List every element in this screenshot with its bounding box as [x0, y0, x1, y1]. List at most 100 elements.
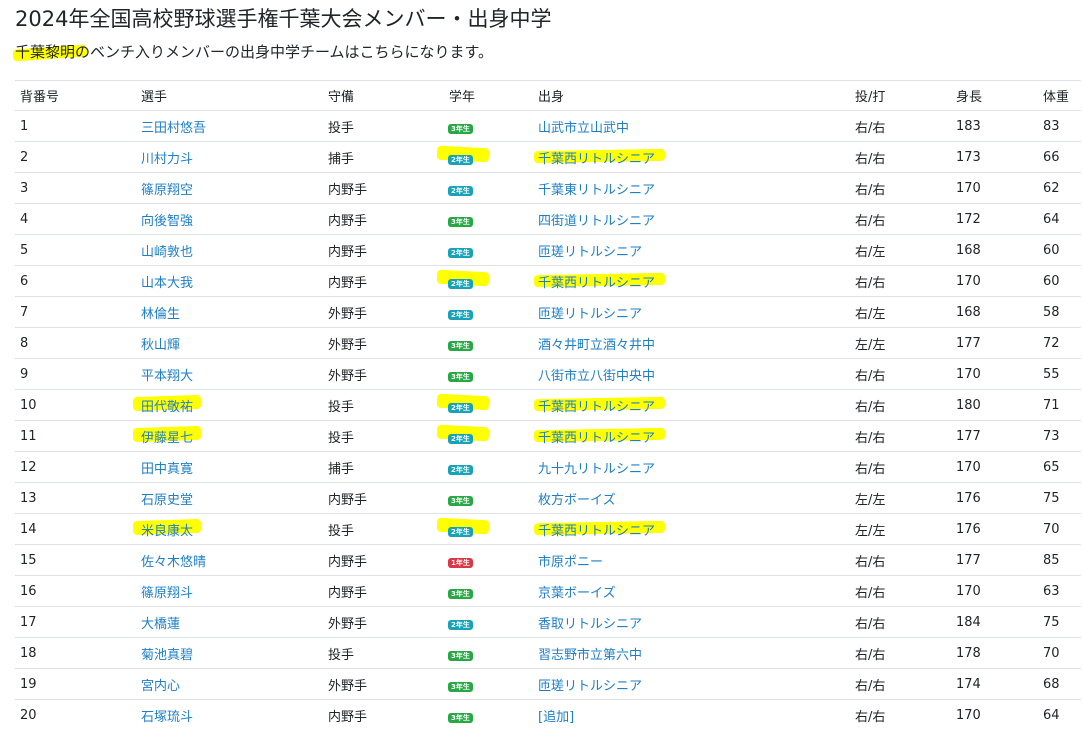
page-title: 2024年全国高校野球選手権千葉大会メンバー・出身中学: [15, 7, 552, 31]
cell-name-link[interactable]: 石塚琉斗: [141, 710, 193, 725]
cell-origin-link[interactable]: 香取リトルシニア: [538, 617, 642, 632]
header-origin: 出身: [533, 80, 850, 111]
cell-name-link[interactable]: 宮内心: [141, 679, 180, 694]
cell-origin-link[interactable]: 匝瑳リトルシニア: [538, 307, 642, 322]
cell-number: 11: [15, 420, 136, 452]
cell-origin-link[interactable]: 千葉西リトルシニア: [538, 524, 655, 539]
cell-throw-bat: 右/右: [850, 265, 951, 297]
cell-throw-bat: 右/右: [850, 575, 951, 607]
cell-name-link[interactable]: 篠原翔斗: [141, 586, 193, 601]
cell-height: 168: [951, 296, 1038, 328]
cell-origin-link[interactable]: 九十九リトルシニア: [538, 462, 655, 477]
cell-height: 173: [951, 141, 1038, 173]
cell-year: 2年生: [436, 420, 533, 452]
cell-name-link[interactable]: 石原史堂: [141, 493, 193, 508]
cell-name-link[interactable]: 三田村悠吾: [141, 121, 206, 136]
cell-name-link[interactable]: 川村力斗: [141, 152, 193, 167]
cell-year: 2年生: [444, 451, 533, 483]
year-badge: 3年生: [448, 216, 473, 227]
cell-name-link[interactable]: 林倫生: [141, 307, 180, 322]
cell-name-link[interactable]: 向後智強: [141, 214, 193, 229]
cell-weight: 60: [1038, 265, 1081, 297]
cell-weight: 70: [1038, 637, 1081, 669]
cell-origin-link[interactable]: 千葉西リトルシニア: [538, 152, 655, 167]
cell-position: 外野手: [323, 296, 444, 328]
cell-name-link[interactable]: 山本大我: [141, 276, 193, 291]
year-badge-wrap: 2年生: [448, 243, 473, 258]
cell-name-link[interactable]: 平本翔大: [141, 369, 193, 384]
cell-year: 2年生: [436, 265, 533, 297]
cell-name: 大橋蓮: [136, 606, 323, 638]
cell-origin: 千葉西リトルシニア: [533, 513, 850, 545]
cell-height: 178: [951, 637, 1038, 669]
cell-name-link[interactable]: 田中真寛: [141, 462, 193, 477]
cell-name-link[interactable]: 秋山輝: [141, 338, 180, 353]
cell-name-link[interactable]: 伊藤星七: [141, 431, 193, 446]
cell-origin-wrap: 千葉西リトルシニア: [533, 520, 666, 539]
cell-height: 176: [951, 513, 1038, 545]
cell-origin: 四街道リトルシニア: [533, 203, 850, 235]
cell-origin: 千葉西リトルシニア: [533, 141, 850, 173]
cell-name-link[interactable]: 菊池真碧: [141, 648, 193, 663]
year-badge: 2年生: [448, 278, 473, 289]
cell-origin-link[interactable]: 千葉東リトルシニア: [538, 183, 655, 198]
year-badge-wrap: 2年生: [436, 424, 490, 444]
cell-name-link[interactable]: 米良康太: [141, 524, 193, 539]
cell-throw-bat: 右/左: [850, 234, 951, 266]
header-height: 身長: [951, 80, 1038, 111]
cell-weight: 58: [1038, 296, 1081, 328]
cell-number: 4: [15, 203, 136, 235]
cell-year: 2年生: [444, 172, 533, 204]
year-badge-wrap: 3年生: [448, 336, 473, 351]
cell-number: 14: [15, 513, 136, 545]
cell-origin-link[interactable]: [追加]: [538, 710, 574, 725]
cell-year: 3年生: [444, 637, 533, 669]
cell-name-link[interactable]: 大橋蓮: [141, 617, 180, 632]
cell-origin-link[interactable]: 千葉西リトルシニア: [538, 276, 655, 291]
cell-height: 174: [951, 668, 1038, 700]
table-row: 11 伊藤星七 投手 2年生 千葉西リトルシニア 右/右 177 73: [15, 420, 1081, 452]
cell-number: 7: [15, 296, 136, 328]
cell-origin-link[interactable]: 匝瑳リトルシニア: [538, 245, 642, 260]
cell-throw-bat: 右/右: [850, 451, 951, 483]
year-badge-wrap: 3年生: [448, 677, 473, 692]
cell-origin: 千葉西リトルシニア: [533, 389, 850, 421]
cell-origin-link[interactable]: 四街道リトルシニア: [538, 214, 655, 229]
year-badge-wrap: 3年生: [448, 646, 473, 661]
cell-name-link[interactable]: 田代敬祐: [141, 400, 193, 415]
cell-origin-wrap: 京葉ボーイズ: [538, 582, 616, 601]
table-row: 13 石原史堂 内野手 3年生 枚方ボーイズ 左/左 176 75: [15, 482, 1081, 514]
cell-origin: 匝瑳リトルシニア: [533, 668, 850, 700]
cell-name: 石塚琉斗: [136, 699, 323, 730]
roster-table-header: 背番号 選手 守備 学年 出身 投/打 身長 体重: [15, 80, 1081, 111]
cell-position: 内野手: [323, 172, 444, 204]
cell-number: 9: [15, 358, 136, 390]
table-row: 20 石塚琉斗 内野手 3年生 [追加] 右/右 170 64: [15, 699, 1081, 730]
cell-throw-bat: 右/右: [850, 141, 951, 173]
cell-origin-wrap: 八街市立八街中央中: [538, 365, 655, 384]
cell-name-wrap: 宮内心: [141, 675, 180, 694]
cell-origin-link[interactable]: 千葉西リトルシニア: [538, 400, 655, 415]
cell-origin-link[interactable]: 匝瑳リトルシニア: [538, 679, 642, 694]
cell-origin-link[interactable]: 習志野市立第六中: [538, 648, 642, 663]
cell-origin-link[interactable]: 京葉ボーイズ: [538, 586, 616, 601]
cell-name-link[interactable]: 山崎敦也: [141, 245, 193, 260]
cell-position: 内野手: [323, 575, 444, 607]
cell-origin-wrap: 千葉西リトルシニア: [533, 272, 666, 291]
cell-height: 177: [951, 420, 1038, 452]
year-badge: 2年生: [448, 433, 473, 444]
cell-name-link[interactable]: 篠原翔空: [141, 183, 193, 198]
cell-throw-bat: 右/右: [850, 699, 951, 730]
cell-throw-bat: 右/右: [850, 668, 951, 700]
cell-origin-link[interactable]: 枚方ボーイズ: [538, 493, 616, 508]
cell-origin-link[interactable]: 山武市立山武中: [538, 121, 629, 136]
cell-year: 2年生: [444, 234, 533, 266]
table-row: 15 佐々木悠晴 内野手 1年生 市原ポニー 右/右 177 85: [15, 544, 1081, 576]
cell-origin-link[interactable]: 市原ポニー: [538, 555, 603, 570]
cell-origin-link[interactable]: 千葉西リトルシニア: [538, 431, 655, 446]
cell-height: 168: [951, 234, 1038, 266]
cell-origin-wrap: 千葉西リトルシニア: [533, 427, 666, 446]
cell-name-link[interactable]: 佐々木悠晴: [141, 555, 206, 570]
cell-origin-link[interactable]: 酒々井町立酒々井中: [538, 338, 655, 353]
cell-origin-link[interactable]: 八街市立八街中央中: [538, 369, 655, 384]
